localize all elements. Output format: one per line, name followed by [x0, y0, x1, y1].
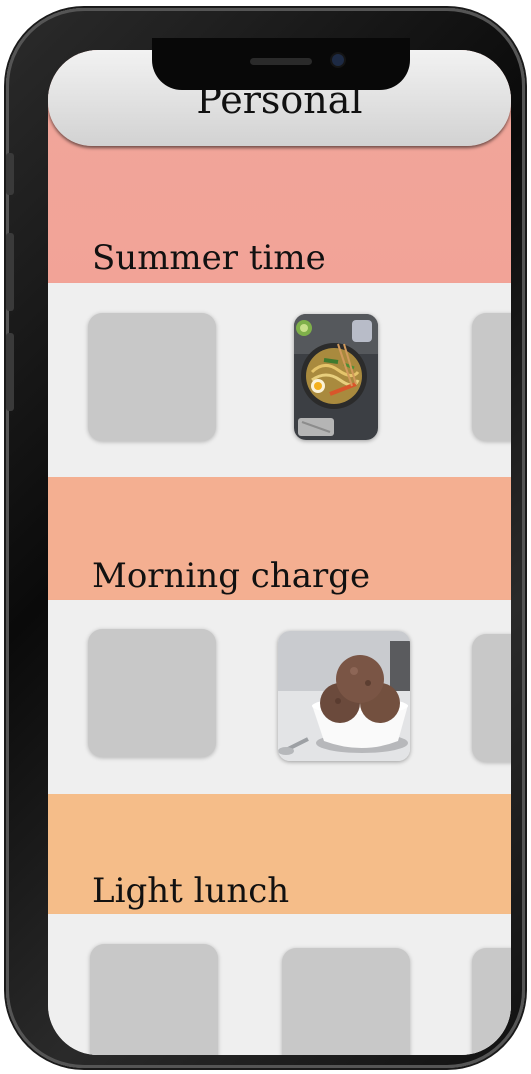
section-title-summer-time[interactable]: Summer time [92, 238, 326, 278]
noodle-bowl-image [294, 314, 378, 440]
phone-frame: Personal Summer time Morning charge Ligh… [6, 8, 525, 1068]
section-summer-time-tray [48, 283, 511, 477]
notch [152, 38, 410, 90]
section-title-light-lunch[interactable]: Light lunch [92, 871, 289, 911]
screen: Personal Summer time Morning charge Ligh… [48, 50, 511, 1055]
volume-down-button [6, 333, 14, 411]
section-morning-charge-tray [48, 600, 511, 794]
placeholder-tile-partial[interactable] [472, 313, 511, 441]
placeholder-tile-partial[interactable] [472, 948, 511, 1055]
silent-switch [6, 153, 14, 195]
chocolate-ice-cream-photo[interactable] [278, 631, 410, 761]
placeholder-tile[interactable] [88, 629, 216, 757]
noodle-bowl-photo[interactable] [294, 314, 378, 440]
placeholder-tile[interactable] [282, 948, 410, 1055]
placeholder-tile[interactable] [90, 944, 218, 1055]
section-title-morning-charge[interactable]: Morning charge [92, 556, 370, 596]
volume-up-button [6, 233, 14, 311]
speaker-grille [250, 58, 312, 65]
ice-cream-image [278, 631, 410, 761]
section-light-lunch-tray [48, 914, 511, 1055]
placeholder-tile-partial[interactable] [472, 634, 511, 762]
placeholder-tile[interactable] [88, 313, 216, 441]
front-camera [332, 54, 344, 66]
